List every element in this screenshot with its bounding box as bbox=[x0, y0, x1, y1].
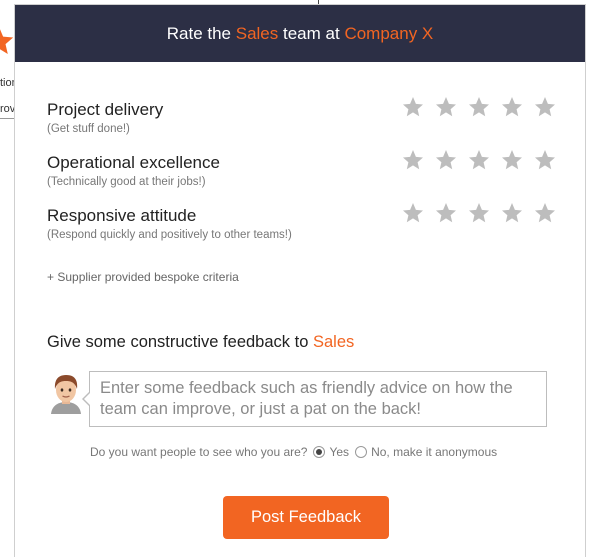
star-icon[interactable] bbox=[434, 148, 458, 172]
criteria-list: Project delivery (Get stuff done!) Opera… bbox=[47, 95, 557, 257]
star-icon[interactable] bbox=[434, 201, 458, 225]
feedback-heading-team: Sales bbox=[312, 333, 355, 351]
post-feedback-button[interactable]: Post Feedback bbox=[223, 496, 389, 539]
header-team: Sales bbox=[235, 23, 279, 43]
modal-header: Rate the Sales team at Company X bbox=[15, 5, 585, 62]
star-icon[interactable] bbox=[500, 148, 524, 172]
star-icon[interactable] bbox=[401, 201, 425, 225]
header-prefix: Rate the bbox=[166, 23, 231, 43]
star-icon[interactable] bbox=[533, 148, 557, 172]
star-rating bbox=[401, 95, 557, 119]
privacy-options: Do you want people to see who you are? Y… bbox=[90, 445, 497, 459]
criterion-row: Operational excellence (Technically good… bbox=[47, 148, 557, 204]
star-icon[interactable] bbox=[500, 95, 524, 119]
feedback-box bbox=[82, 371, 547, 427]
privacy-yes-radio[interactable] bbox=[313, 446, 326, 458]
star-icon[interactable] bbox=[467, 148, 491, 172]
user-avatar-icon bbox=[47, 374, 85, 414]
criterion-row: Responsive attitude (Respond quickly and… bbox=[47, 201, 557, 257]
feedback-heading-text: Give some constructive feedback to bbox=[47, 333, 309, 351]
feedback-input[interactable] bbox=[89, 371, 547, 427]
star-icon[interactable] bbox=[434, 95, 458, 119]
criterion-row: Project delivery (Get stuff done!) bbox=[47, 95, 557, 151]
criterion-subtitle: (Technically good at their jobs!) bbox=[47, 176, 206, 188]
privacy-yes-label[interactable]: Yes bbox=[329, 445, 349, 459]
header-company: Company X bbox=[344, 23, 434, 43]
background-text: tion bbox=[0, 77, 14, 89]
criterion-subtitle: (Get stuff done!) bbox=[47, 123, 130, 135]
star-icon[interactable] bbox=[401, 148, 425, 172]
star-icon[interactable] bbox=[401, 95, 425, 119]
star-icon[interactable] bbox=[533, 95, 557, 119]
privacy-anonymous-label[interactable]: No, make it anonymous bbox=[371, 445, 497, 459]
star-icon[interactable] bbox=[533, 201, 557, 225]
star-rating bbox=[401, 201, 557, 225]
star-icon[interactable] bbox=[500, 201, 524, 225]
background-text: rov bbox=[0, 103, 14, 115]
speech-pointer bbox=[84, 392, 91, 406]
background-page: tion rov bbox=[0, 0, 14, 557]
privacy-anonymous-radio[interactable] bbox=[355, 446, 368, 458]
header-middle: team at bbox=[283, 23, 340, 43]
feedback-heading: Give some constructive feedback to Sales bbox=[47, 333, 354, 352]
star-rating bbox=[401, 148, 557, 172]
bespoke-criteria-link[interactable]: + Supplier provided bespoke criteria bbox=[47, 270, 239, 284]
star-icon[interactable] bbox=[467, 201, 491, 225]
background-divider bbox=[0, 118, 14, 119]
criterion-subtitle: (Respond quickly and positively to other… bbox=[47, 229, 292, 241]
star-icon[interactable] bbox=[467, 95, 491, 119]
rating-modal: Rate the Sales team at Company X Project… bbox=[14, 4, 586, 557]
privacy-question: Do you want people to see who you are? bbox=[90, 445, 308, 459]
brand-star-icon bbox=[0, 24, 14, 58]
